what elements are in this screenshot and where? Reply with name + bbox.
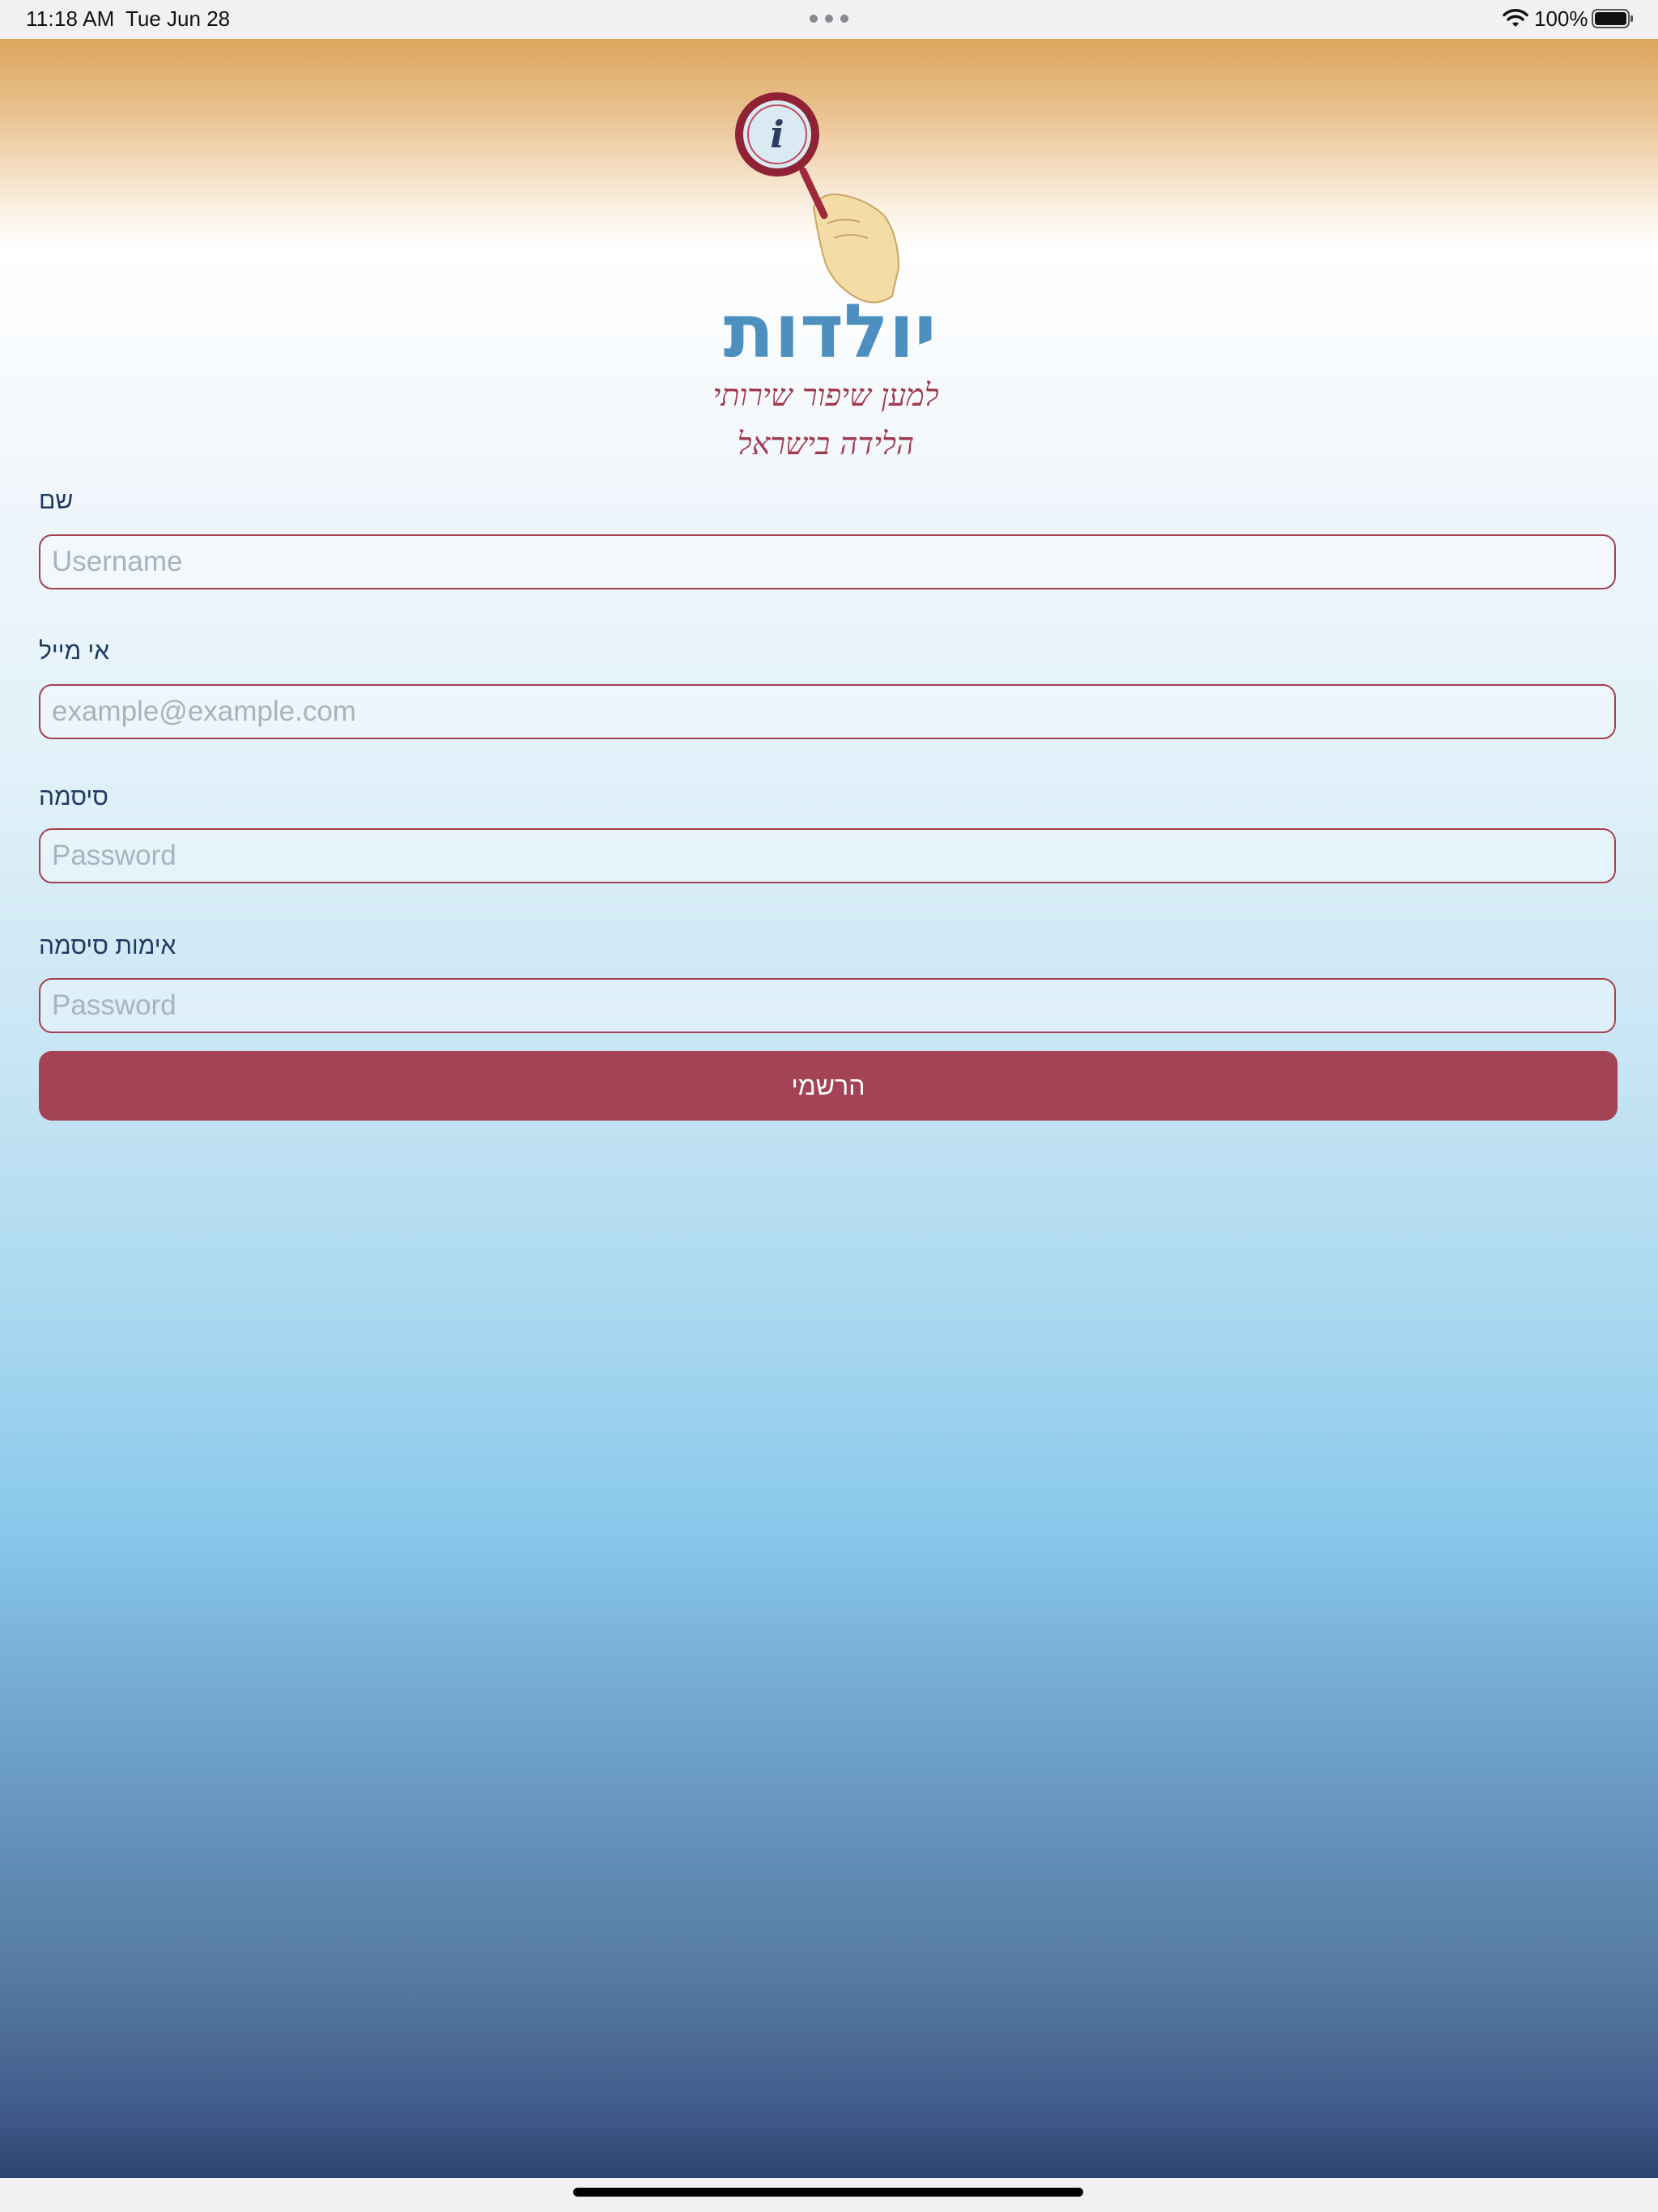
home-indicator-area — [0, 2178, 1658, 2212]
name-label: שם — [39, 487, 74, 514]
confirm-password-label: אימות סיסמה — [39, 933, 176, 959]
yoldot-logo: i יולדות למען שיפור שירותי הלידה בישראל — [680, 78, 980, 483]
battery-percent: 100% — [1534, 6, 1588, 31]
status-time: 11:18 AM — [26, 6, 115, 31]
email-input[interactable] — [39, 684, 1616, 739]
register-button[interactable]: הרשמי — [39, 1051, 1618, 1121]
logo-tagline-line1: למען שיפור שירותי — [712, 377, 938, 413]
info-letter: i — [770, 113, 784, 156]
password-input[interactable] — [39, 828, 1616, 883]
confirm-password-input[interactable] — [39, 978, 1616, 1033]
status-date: Tue Jun 28 — [125, 6, 231, 31]
logo-tagline-line2: הלידה בישראל — [738, 426, 914, 462]
username-input[interactable] — [39, 534, 1616, 589]
multitasking-dots-icon[interactable] — [810, 15, 848, 23]
home-indicator[interactable] — [573, 2188, 1083, 2197]
battery-icon — [1592, 9, 1633, 28]
password-label: סיסמה — [39, 784, 108, 810]
email-label: אי מייל — [39, 638, 110, 665]
logo-title: יולדות — [724, 288, 937, 375]
wifi-icon — [1503, 9, 1528, 27]
status-bar: 11:18 AM Tue Jun 28 100% — [0, 0, 1658, 39]
